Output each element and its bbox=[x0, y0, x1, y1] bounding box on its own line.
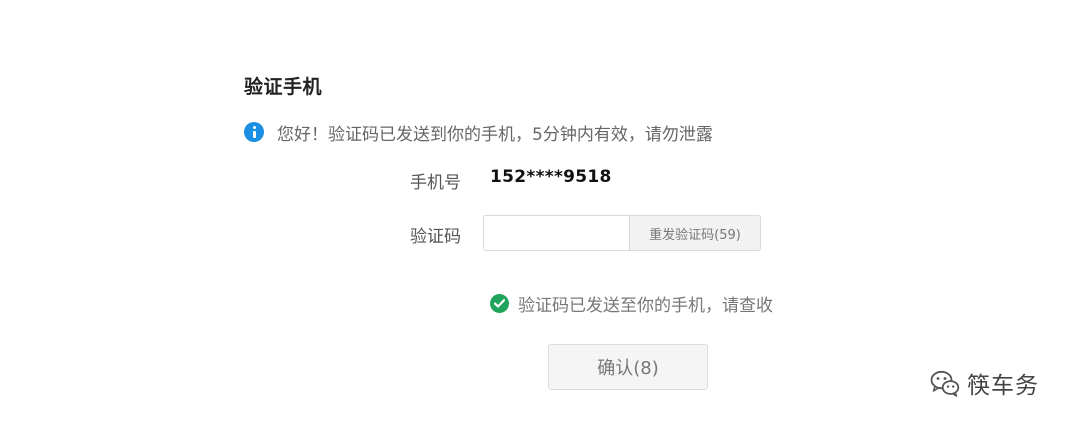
verification-code-input[interactable] bbox=[483, 215, 629, 251]
wechat-icon bbox=[930, 370, 960, 397]
phone-number: 152****9518 bbox=[490, 167, 612, 187]
code-label: 验证码 bbox=[410, 227, 461, 247]
info-notice: 您好！验证码已发送到你的手机，5分钟内有效，请勿泄露 bbox=[244, 120, 713, 145]
notice-text: 您好！验证码已发送到你的手机，5分钟内有效，请勿泄露 bbox=[277, 124, 713, 145]
watermark: 筷车务 bbox=[929, 366, 1039, 400]
check-circle-icon bbox=[490, 293, 509, 313]
code-input-group: 重发验证码(59) bbox=[483, 215, 761, 251]
success-text: 验证码已发送至你的手机，请查收 bbox=[518, 295, 773, 316]
page-title: 验证手机 bbox=[244, 76, 323, 98]
phone-label: 手机号 bbox=[410, 173, 461, 193]
success-message: 验证码已发送至你的手机，请查收 bbox=[490, 291, 773, 316]
resend-code-button[interactable]: 重发验证码(59) bbox=[629, 215, 761, 251]
confirm-button[interactable]: 确认(8) bbox=[548, 344, 708, 390]
info-icon bbox=[244, 122, 264, 142]
watermark-text: 筷车务 bbox=[967, 373, 1039, 399]
